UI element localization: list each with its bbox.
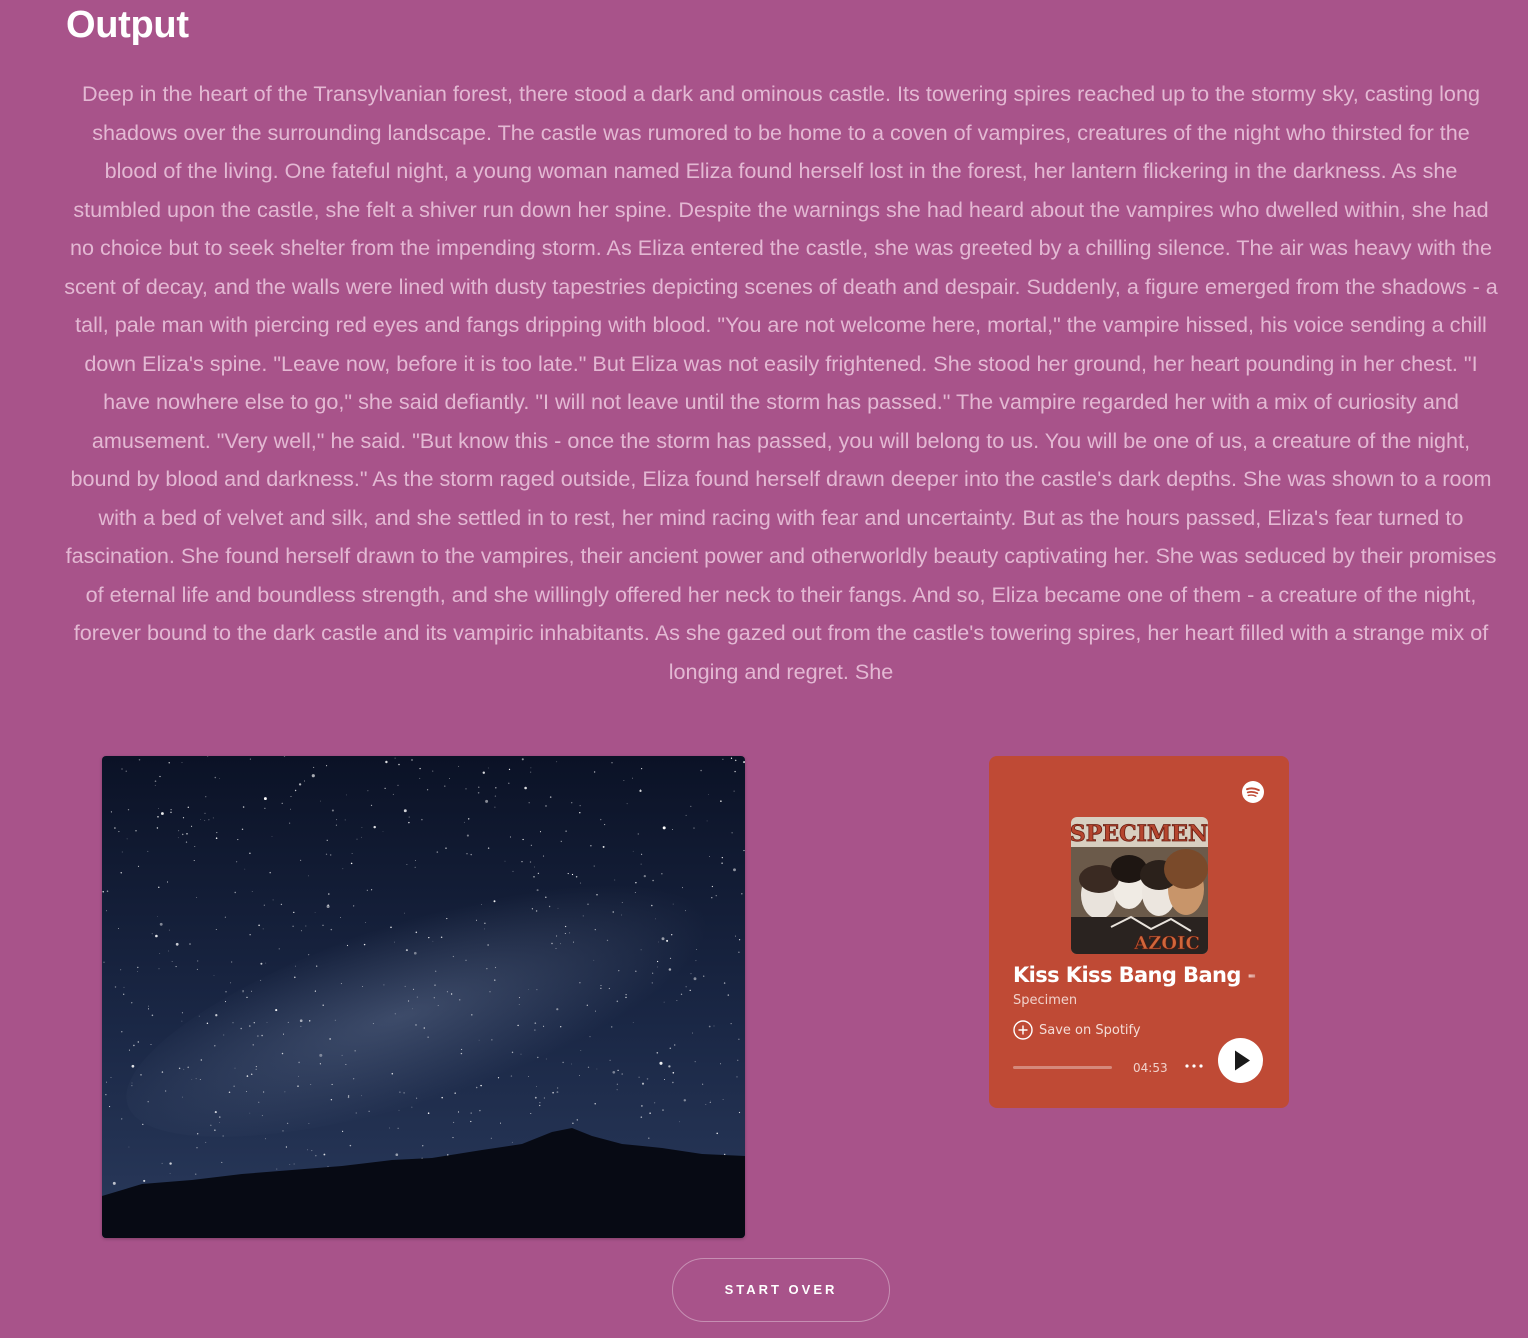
save-label: Save on Spotify xyxy=(1039,1022,1141,1038)
plus-circle-icon xyxy=(1013,1020,1033,1040)
story-text: Deep in the heart of the Transylvanian f… xyxy=(64,81,1498,684)
spotify-logo-icon[interactable] xyxy=(1241,780,1265,804)
artist-name[interactable]: Specimen xyxy=(1013,993,1077,1008)
play-icon xyxy=(1235,1050,1250,1071)
starry-sky-image xyxy=(102,756,745,1238)
spotify-player-card: SPECIMEN AZOIC Kiss Kiss Bang Bang - 12 … xyxy=(989,756,1289,1108)
page-title: Output xyxy=(66,4,189,46)
track-duration: 04:53 xyxy=(1133,1061,1168,1075)
album-art-subtitle: AZOIC xyxy=(1133,933,1200,954)
save-on-spotify-button[interactable]: Save on Spotify xyxy=(1013,1020,1141,1040)
album-art[interactable]: SPECIMEN AZOIC xyxy=(1071,817,1208,954)
ellipsis-icon[interactable] xyxy=(1183,1056,1205,1076)
album-art-title: SPECIMEN xyxy=(1071,821,1208,847)
start-over-button[interactable]: START OVER xyxy=(672,1258,890,1322)
track-title[interactable]: Kiss Kiss Bang Bang - 12 xyxy=(1013,963,1265,987)
play-button[interactable] xyxy=(1218,1038,1263,1083)
progress-bar[interactable] xyxy=(1013,1066,1112,1069)
